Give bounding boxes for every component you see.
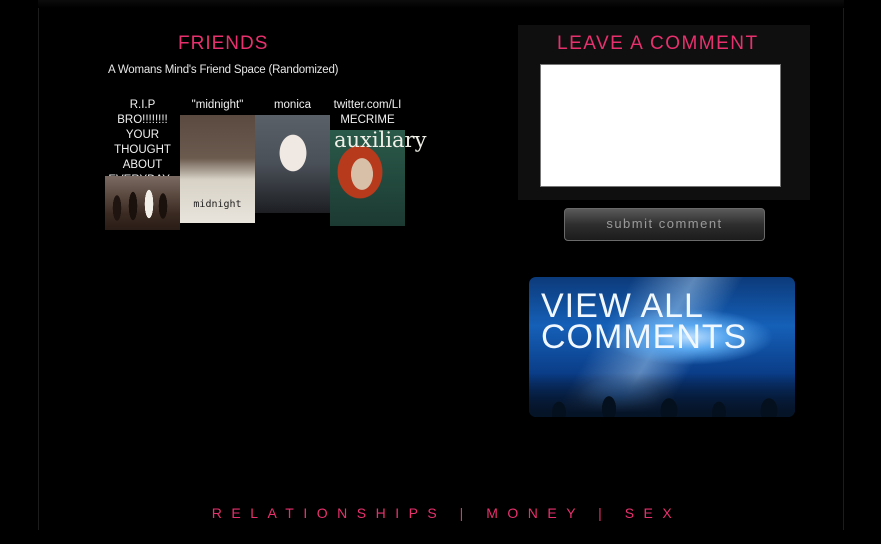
friend-name[interactable]: "midnight" (180, 98, 255, 113)
top-strip (38, 0, 844, 8)
footer-link-money[interactable]: MONEY (486, 505, 585, 521)
footer-link-relationships[interactable]: RELATIONSHIPS (212, 505, 447, 521)
friend-name[interactable]: twitter.com/LI MECRIME (330, 98, 405, 128)
friend-photo-caption: auxiliary (334, 128, 427, 152)
view-all-comments-banner[interactable]: VIEW ALL COMMENTS (529, 277, 795, 417)
friend-photo[interactable]: auxiliary (330, 128, 426, 226)
crowd-silhouette (529, 373, 795, 417)
footer-nav: RELATIONSHIPS | MONEY | SEX (0, 505, 881, 521)
friend-item-rip-bro[interactable]: R.I.P BRO!!!!!!!! YOUR THOUGHT ABOUT EVE… (105, 98, 180, 230)
friend-name[interactable]: R.I.P BRO!!!!!!!! YOUR THOUGHT ABOUT EVE… (105, 98, 180, 188)
footer-separator: | (598, 505, 612, 521)
friend-item-twitter[interactable]: twitter.com/LI MECRIME auxiliary (330, 98, 426, 226)
friend-photo-caption: midnight (193, 199, 242, 210)
friends-subtitle: A Womans Mind's Friend Space (Randomized… (108, 64, 339, 76)
view-all-comments-label: VIEW ALL COMMENTS (541, 287, 748, 356)
friend-photo[interactable] (255, 115, 330, 213)
comment-textarea[interactable] (540, 64, 781, 187)
submit-comment-button[interactable]: submit comment (564, 208, 765, 241)
friends-heading: FRIENDS (178, 33, 269, 54)
friend-photo[interactable] (105, 176, 180, 230)
friend-name[interactable]: monica (255, 98, 330, 113)
friend-photo[interactable]: midnight (180, 115, 255, 223)
friend-item-midnight[interactable]: "midnight" midnight (180, 98, 255, 223)
friend-item-monica[interactable]: monica (255, 98, 330, 213)
comment-heading: LEAVE A COMMENT (557, 33, 759, 54)
footer-link-sex[interactable]: SEX (625, 505, 682, 521)
footer-separator: | (459, 505, 473, 521)
